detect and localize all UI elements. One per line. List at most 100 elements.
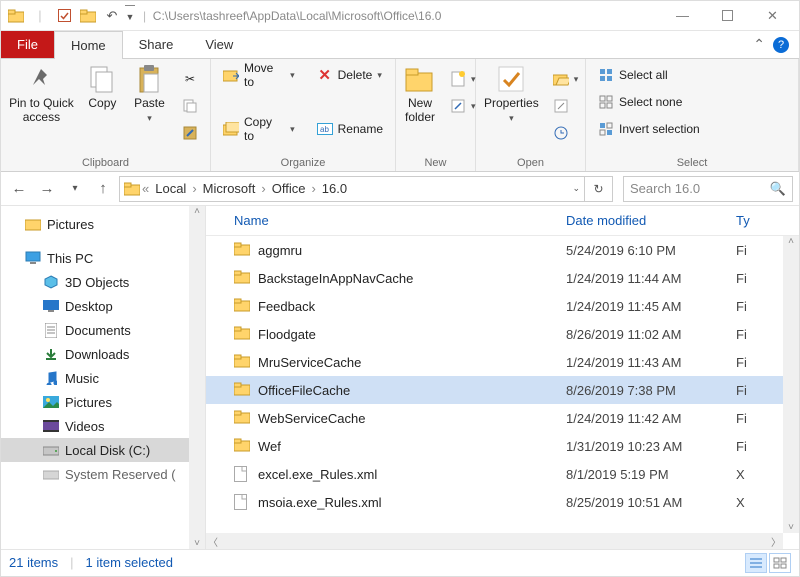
col-type[interactable]: Ty [736, 213, 799, 228]
delete-button[interactable]: ✕Delete ▾ [313, 63, 387, 87]
col-date[interactable]: Date modified [566, 213, 736, 228]
crumb-16[interactable]: 16.0 [318, 181, 351, 196]
help-icon[interactable]: ? [773, 37, 789, 53]
list-vscrollbar[interactable]: ˄˅ [783, 236, 799, 533]
file-row[interactable]: BackstageInAppNavCache1/24/2019 11:44 AM… [206, 264, 799, 292]
properties-icon[interactable] [53, 5, 75, 27]
copyto-icon [223, 121, 239, 137]
pin-quick-access-button[interactable]: Pin to Quick access [9, 63, 74, 125]
refresh-button[interactable]: ↻ [585, 176, 613, 202]
file-row[interactable]: aggmru5/24/2019 6:10 PMFi [206, 236, 799, 264]
move-to-button[interactable]: Move to ▾ [219, 63, 299, 87]
new-folder-button[interactable]: New folder [404, 63, 436, 125]
crumb-local[interactable]: Local [151, 181, 190, 196]
undo-icon[interactable]: ↶ [101, 5, 123, 27]
list-hscrollbar[interactable]: 〈〉 [206, 533, 783, 549]
crumb-office[interactable]: Office [268, 181, 310, 196]
window-title: | C:\Users\tashreef\AppData\Local\Micros… [135, 9, 660, 23]
cut-button[interactable]: ✂ [178, 67, 202, 91]
tab-share[interactable]: Share [123, 31, 190, 58]
file-date: 8/1/2019 5:19 PM [566, 467, 736, 482]
folder-icon[interactable] [5, 5, 27, 27]
forward-button[interactable]: → [35, 177, 59, 201]
file-date: 8/25/2019 10:51 AM [566, 495, 736, 510]
folder-icon [234, 270, 250, 286]
file-date: 5/24/2019 6:10 PM [566, 243, 736, 258]
file-row[interactable]: Wef1/31/2019 10:23 AMFi [206, 432, 799, 460]
tree-music[interactable]: Music [1, 366, 205, 390]
tree-this-pc[interactable]: This PC [1, 246, 205, 270]
file-row[interactable]: OfficeFileCache8/26/2019 7:38 PMFi [206, 376, 799, 404]
tree-pictures2[interactable]: Pictures [1, 390, 205, 414]
crumb-microsoft[interactable]: Microsoft [199, 181, 260, 196]
up-button[interactable]: ↑ [91, 177, 115, 201]
copy-to-button[interactable]: Copy to ▾ [219, 117, 299, 141]
copy-button[interactable]: Copy [84, 63, 121, 111]
scroll-down-icon[interactable]: ˅ [194, 538, 200, 549]
tab-home[interactable]: Home [54, 31, 123, 59]
details-view-button[interactable] [745, 553, 767, 573]
maximize-button[interactable] [705, 2, 750, 30]
paste-shortcut-button[interactable] [178, 121, 202, 145]
navigation-row: ← → ▾ ↑ « Local› Microsoft› Office› 16.0… [1, 172, 799, 206]
tab-view[interactable]: View [189, 31, 249, 58]
scroll-up-icon[interactable]: ˄ [194, 206, 200, 217]
qat-dropdown-icon[interactable]: ▼ [125, 5, 135, 27]
search-box[interactable]: Search 16.0 🔍 [623, 176, 793, 202]
file-date: 1/31/2019 10:23 AM [566, 439, 736, 454]
select-none-button[interactable]: Select none [594, 90, 704, 114]
close-button[interactable]: ✕ [750, 2, 795, 30]
addr-dropdown-icon[interactable]: ⌄ [572, 183, 580, 194]
group-new: New folder ▾ ▾ New [396, 59, 476, 171]
minimize-button[interactable]: — [660, 2, 705, 30]
tree-local-disk[interactable]: Local Disk (C:) [1, 438, 205, 462]
tree-scrollbar[interactable]: ˄˅ [189, 206, 205, 549]
newitem-icon [450, 71, 466, 87]
select-all-button[interactable]: Select all [594, 63, 704, 87]
tree-videos[interactable]: Videos [1, 414, 205, 438]
new-item-button[interactable]: ▾ [446, 67, 480, 91]
address-bar[interactable]: « Local› Microsoft› Office› 16.0 ⌄ [119, 176, 585, 202]
tree-pictures[interactable]: Pictures [1, 212, 205, 236]
tree-desktop[interactable]: Desktop [1, 294, 205, 318]
svg-text:ab: ab [320, 125, 329, 134]
desktop-icon [43, 298, 59, 314]
file-row[interactable]: Feedback1/24/2019 11:45 AMFi [206, 292, 799, 320]
file-name: BackstageInAppNavCache [258, 271, 413, 286]
collapse-ribbon-icon[interactable]: ⌃ [753, 36, 765, 53]
col-name[interactable]: Name [206, 213, 566, 228]
file-row[interactable]: Floodgate8/26/2019 11:02 AMFi [206, 320, 799, 348]
selectall-icon [598, 67, 614, 83]
open-button[interactable]: ▾ [549, 67, 583, 91]
folder-icon [234, 410, 250, 426]
tree-system-reserved[interactable]: System Reserved ( [1, 462, 205, 486]
file-row[interactable]: msoia.exe_Rules.xml8/25/2019 10:51 AMX [206, 488, 799, 516]
edit-button[interactable] [549, 94, 583, 118]
tab-file[interactable]: File [1, 31, 54, 58]
tree-documents[interactable]: Documents [1, 318, 205, 342]
file-row[interactable]: WebServiceCache1/24/2019 11:42 AMFi [206, 404, 799, 432]
rename-button[interactable]: abRename [313, 117, 387, 141]
file-row[interactable]: excel.exe_Rules.xml8/1/2019 5:19 PMX [206, 460, 799, 488]
file-icon [234, 466, 250, 482]
copy-path-button[interactable] [178, 94, 202, 118]
file-name: Floodgate [258, 327, 316, 342]
folder-small-icon[interactable] [77, 5, 99, 27]
invert-selection-button[interactable]: Invert selection [594, 117, 704, 141]
properties-button[interactable]: Properties▾ [484, 63, 539, 125]
thumbnail-view-button[interactable] [769, 553, 791, 573]
pin-icon [25, 63, 57, 95]
history-button[interactable] [549, 121, 583, 145]
ribbon: Pin to Quick access Copy Paste▾ ✂ Clipbo… [1, 59, 799, 172]
easy-access-button[interactable]: ▾ [446, 94, 480, 118]
delete-icon: ✕ [317, 67, 333, 83]
folder-icon [234, 242, 250, 258]
recent-dropdown[interactable]: ▾ [63, 177, 87, 201]
tree-downloads[interactable]: Downloads [1, 342, 205, 366]
file-row[interactable]: MruServiceCache1/24/2019 11:43 AMFi [206, 348, 799, 376]
tree-3d-objects[interactable]: 3D Objects [1, 270, 205, 294]
folder-icon [234, 298, 250, 314]
back-button[interactable]: ← [7, 177, 31, 201]
status-count: 21 items [9, 555, 58, 570]
paste-button[interactable]: Paste▾ [131, 63, 168, 125]
